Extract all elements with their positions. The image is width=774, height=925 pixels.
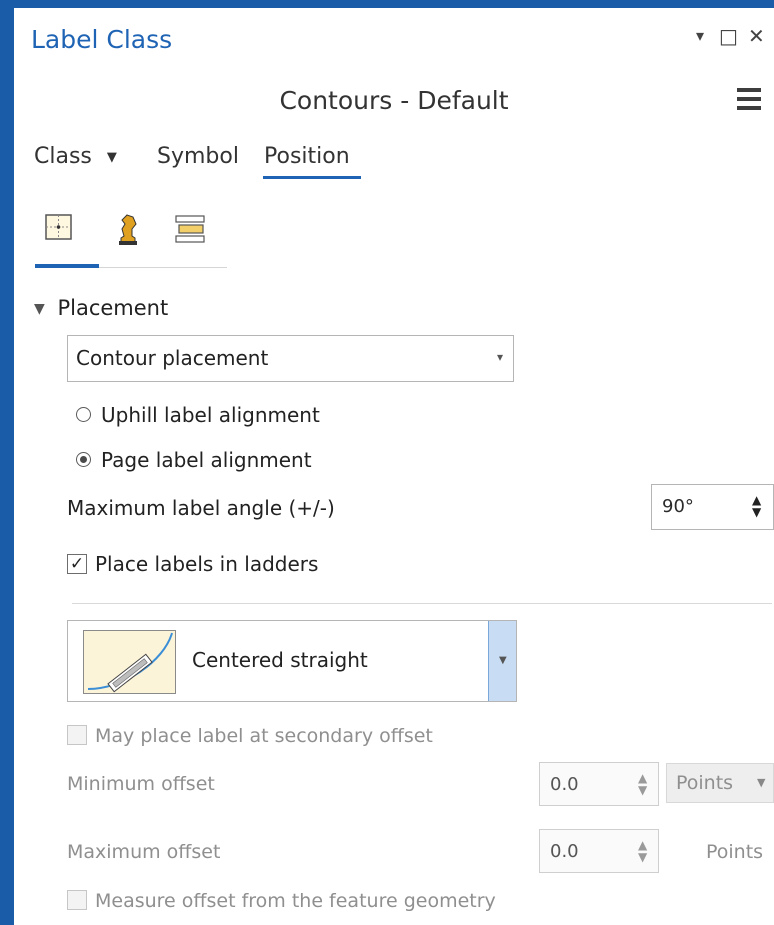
- placement-icon[interactable]: [44, 212, 74, 246]
- label-class-name: Contours - Default: [279, 86, 509, 115]
- max-angle-label: Maximum label angle (+/-): [67, 496, 335, 520]
- radio-button-unchecked[interactable]: [76, 407, 91, 422]
- min-offset-value: 0.0: [550, 774, 579, 795]
- min-offset-units: Points: [676, 772, 734, 794]
- ladders-label: Place labels in ladders: [95, 552, 319, 576]
- chevron-down-icon: ▼: [34, 301, 45, 317]
- measure-offset-row[interactable]: Measure offset from the feature geometry: [67, 889, 496, 912]
- chevron-down-icon: ▼: [499, 655, 507, 666]
- measure-offset-checkbox[interactable]: [67, 889, 87, 910]
- spin-up-down-icon[interactable]: ▲ ▼: [638, 772, 647, 796]
- conflict-resolution-icon[interactable]: [113, 212, 143, 250]
- radio-button-checked[interactable]: [76, 452, 91, 467]
- max-angle-stepper[interactable]: 90° ▲ ▼: [651, 484, 774, 530]
- tab-class-label: Class: [34, 144, 92, 169]
- min-offset-units-dropdown[interactable]: Points ▼: [666, 763, 774, 803]
- ladders-checkbox-row[interactable]: ✓ Place labels in ladders: [67, 552, 318, 576]
- section-divider: [72, 603, 772, 604]
- tab-position[interactable]: Position: [264, 144, 350, 169]
- position-style-dropdown[interactable]: Centered straight ▼: [67, 620, 517, 702]
- max-offset-label: Maximum offset: [67, 841, 221, 863]
- min-offset-label: Minimum offset: [67, 773, 215, 795]
- centered-straight-thumbnail-icon: [83, 630, 176, 694]
- chevron-down-icon: ▼: [757, 776, 766, 789]
- chevron-down-icon: ▾: [496, 350, 503, 364]
- secondary-offset-label: May place label at secondary offset: [95, 725, 433, 747]
- placement-type-value: Contour placement: [76, 346, 269, 370]
- page-alignment-radio[interactable]: Page label alignment: [76, 448, 312, 472]
- placement-type-dropdown[interactable]: Contour placement ▾: [67, 335, 514, 382]
- page-alignment-label: Page label alignment: [101, 448, 312, 472]
- ladders-checkbox[interactable]: ✓: [67, 553, 87, 574]
- label-class-pane: Label Class ▾ □ ✕ Contours - Default Cla…: [14, 8, 774, 925]
- placement-section-header[interactable]: ▼ Placement: [34, 296, 168, 320]
- pin-dropdown-icon[interactable]: ▾: [696, 26, 704, 45]
- window-frame-left: [0, 0, 14, 925]
- position-style-value: Centered straight: [192, 648, 368, 672]
- close-icon[interactable]: ✕: [748, 24, 765, 48]
- max-offset-units: Points: [706, 841, 764, 863]
- position-style-dropdown-button[interactable]: ▼: [488, 621, 516, 701]
- maximize-icon[interactable]: □: [719, 24, 738, 48]
- measure-offset-label: Measure offset from the feature geometry: [95, 890, 496, 912]
- uphill-alignment-label: Uphill label alignment: [101, 403, 320, 427]
- active-tab-indicator: [263, 176, 361, 179]
- menu-icon[interactable]: [737, 88, 761, 110]
- max-angle-value: 90°: [662, 496, 694, 517]
- tab-symbol[interactable]: Symbol: [157, 144, 239, 169]
- spin-up-down-icon[interactable]: ▲ ▼: [638, 839, 647, 863]
- active-subtab-indicator: [35, 264, 99, 268]
- pane-title: Label Class: [31, 25, 173, 54]
- max-offset-stepper[interactable]: 0.0 ▲ ▼: [539, 829, 659, 873]
- min-offset-stepper[interactable]: 0.0 ▲ ▼: [539, 762, 659, 806]
- secondary-offset-row[interactable]: May place label at secondary offset: [67, 724, 433, 747]
- tab-class[interactable]: Class ▼: [34, 144, 117, 169]
- max-offset-value: 0.0: [550, 841, 579, 862]
- window-frame-top: [0, 0, 774, 8]
- fitting-strategy-icon[interactable]: [173, 212, 207, 250]
- uphill-alignment-radio[interactable]: Uphill label alignment: [76, 403, 320, 427]
- secondary-offset-checkbox[interactable]: [67, 724, 87, 745]
- spin-up-down-icon[interactable]: ▲ ▼: [752, 494, 761, 518]
- chevron-down-icon: ▼: [106, 150, 117, 165]
- placement-section-title: Placement: [57, 296, 169, 320]
